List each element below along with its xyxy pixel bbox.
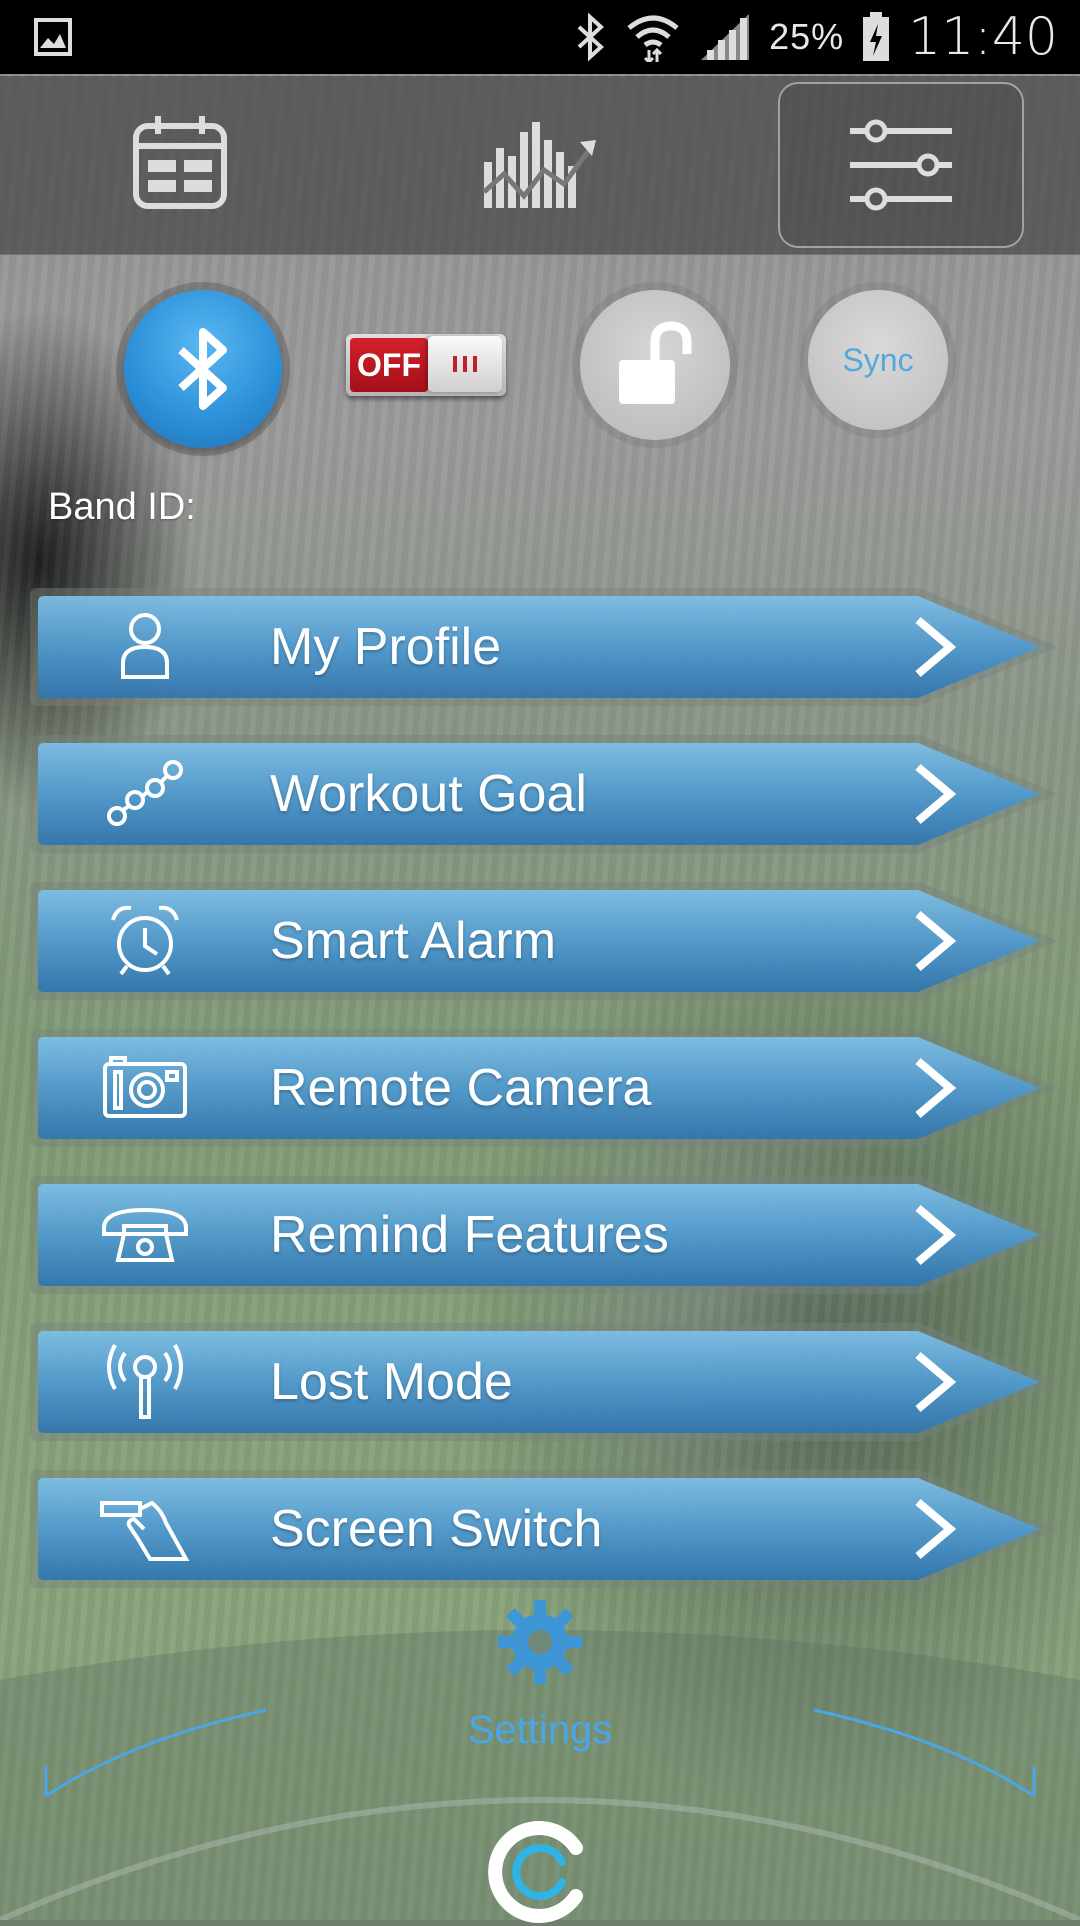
workout-path-icon — [100, 753, 190, 833]
menu-item-remote-camera[interactable]: Remote Camera — [30, 1029, 1060, 1147]
sync-button[interactable]: Sync — [808, 290, 948, 430]
menu-item-workout-goal[interactable]: Workout Goal — [30, 735, 1060, 853]
menu-item-label: Smart Alarm — [270, 912, 557, 970]
alarm-clock-icon — [100, 900, 190, 980]
unlock-icon — [619, 321, 692, 404]
menu-item-label: Remind Features — [270, 1206, 669, 1264]
battery-icon — [863, 12, 890, 61]
wifi-icon — [627, 15, 679, 62]
bluetooth-icon — [178, 328, 227, 410]
menu-item-label: Screen Switch — [270, 1500, 603, 1558]
top-nav — [0, 76, 1080, 255]
camera-icon — [100, 1047, 190, 1127]
menu-item-label: Lost Mode — [270, 1353, 513, 1411]
lock-button[interactable] — [580, 290, 730, 440]
person-icon — [100, 606, 190, 686]
chevron-right-icon — [915, 1057, 957, 1119]
chevron-right-icon — [915, 1498, 957, 1560]
toggle-knob — [428, 336, 502, 392]
band-id-label: Band ID: — [48, 486, 196, 528]
menu-item-my-profile[interactable]: My Profile — [30, 588, 1060, 706]
chart-icon — [482, 122, 596, 208]
clock: 11:40 — [908, 7, 1058, 67]
signal-icon — [701, 14, 750, 60]
menu-item-label: My Profile — [270, 618, 502, 676]
settings-label[interactable]: Settings — [0, 1708, 1080, 1753]
bottom-panel: Settings — [0, 1590, 1080, 1923]
chevron-right-icon — [915, 616, 957, 678]
menu-item-remind-features[interactable]: Remind Features — [30, 1176, 1060, 1294]
menu-item-lost-mode[interactable]: Lost Mode — [30, 1323, 1060, 1441]
bluetooth-icon — [577, 13, 605, 61]
chevron-right-icon — [915, 910, 957, 972]
settings-menu: My Profile Workout Goal Smart Alarm Remo… — [30, 588, 1060, 1617]
gear-icon[interactable] — [498, 1600, 582, 1684]
menu-item-label: Workout Goal — [270, 765, 587, 823]
bluetooth-button[interactable] — [124, 290, 282, 448]
chevron-right-icon — [915, 1351, 957, 1413]
tab-settings[interactable] — [778, 82, 1024, 248]
chevron-right-icon — [915, 763, 957, 825]
telephone-icon — [100, 1194, 190, 1274]
sync-label: Sync — [842, 341, 914, 378]
menu-item-screen-switch[interactable]: Screen Switch — [30, 1470, 1060, 1588]
menu-item-smart-alarm[interactable]: Smart Alarm — [30, 882, 1060, 1000]
chevron-right-icon — [915, 1204, 957, 1266]
power-toggle[interactable]: OFF — [346, 334, 506, 396]
toggle-off-label: OFF — [350, 338, 428, 392]
battery-percent: 25% — [769, 16, 845, 57]
tab-calendar[interactable] — [60, 82, 300, 242]
antenna-icon — [100, 1341, 190, 1421]
status-bar: 25% 11:40 — [0, 0, 1080, 74]
app-logo-icon — [488, 1821, 583, 1923]
calendar-icon — [133, 116, 227, 209]
tab-statistics[interactable] — [420, 82, 660, 242]
control-row: OFF Sync — [0, 290, 1080, 448]
hand-tap-icon — [100, 1488, 190, 1568]
menu-item-label: Remote Camera — [270, 1059, 652, 1117]
sliders-icon — [850, 119, 952, 211]
gallery-icon — [34, 18, 72, 56]
